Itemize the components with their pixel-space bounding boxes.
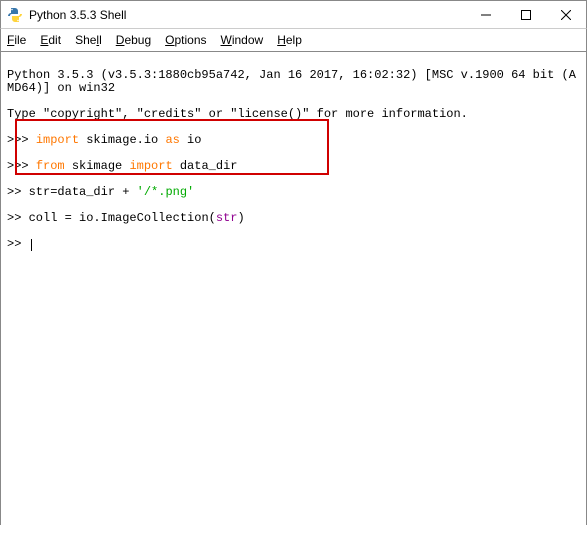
code-line-2: >>> from skimage import data_dir xyxy=(7,160,580,173)
menu-options[interactable]: Options xyxy=(165,33,206,47)
info-line: Type "copyright", "credits" or "license(… xyxy=(7,108,580,121)
version-line: Python 3.5.3 (v3.5.3:1880cb95a742, Jan 1… xyxy=(7,69,580,95)
menu-help[interactable]: Help xyxy=(277,33,302,47)
menu-edit[interactable]: Edit xyxy=(40,33,61,47)
code-line-3: >> str=data_dir + '/*.png' xyxy=(7,186,580,199)
menu-shell[interactable]: Shell xyxy=(75,33,102,47)
title-bar: Python 3.5.3 Shell xyxy=(0,0,587,28)
code-line-5: >> xyxy=(7,238,580,251)
window-controls xyxy=(466,1,586,28)
code-line-1: >>> import skimage.io as io xyxy=(7,134,580,147)
python-icon xyxy=(7,7,23,23)
shell-text-area[interactable]: Python 3.5.3 (v3.5.3:1880cb95a742, Jan 1… xyxy=(0,52,587,525)
code-line-4: >> coll = io.ImageCollection(str) xyxy=(7,212,580,225)
menu-bar: File Edit Shell Debug Options Window Hel… xyxy=(0,28,587,52)
maximize-button[interactable] xyxy=(506,1,546,28)
menu-window[interactable]: Window xyxy=(221,33,264,47)
text-cursor xyxy=(31,239,32,251)
window-title: Python 3.5.3 Shell xyxy=(29,8,466,22)
close-button[interactable] xyxy=(546,1,586,28)
menu-file[interactable]: File xyxy=(7,33,26,47)
minimize-button[interactable] xyxy=(466,1,506,28)
menu-debug[interactable]: Debug xyxy=(116,33,151,47)
